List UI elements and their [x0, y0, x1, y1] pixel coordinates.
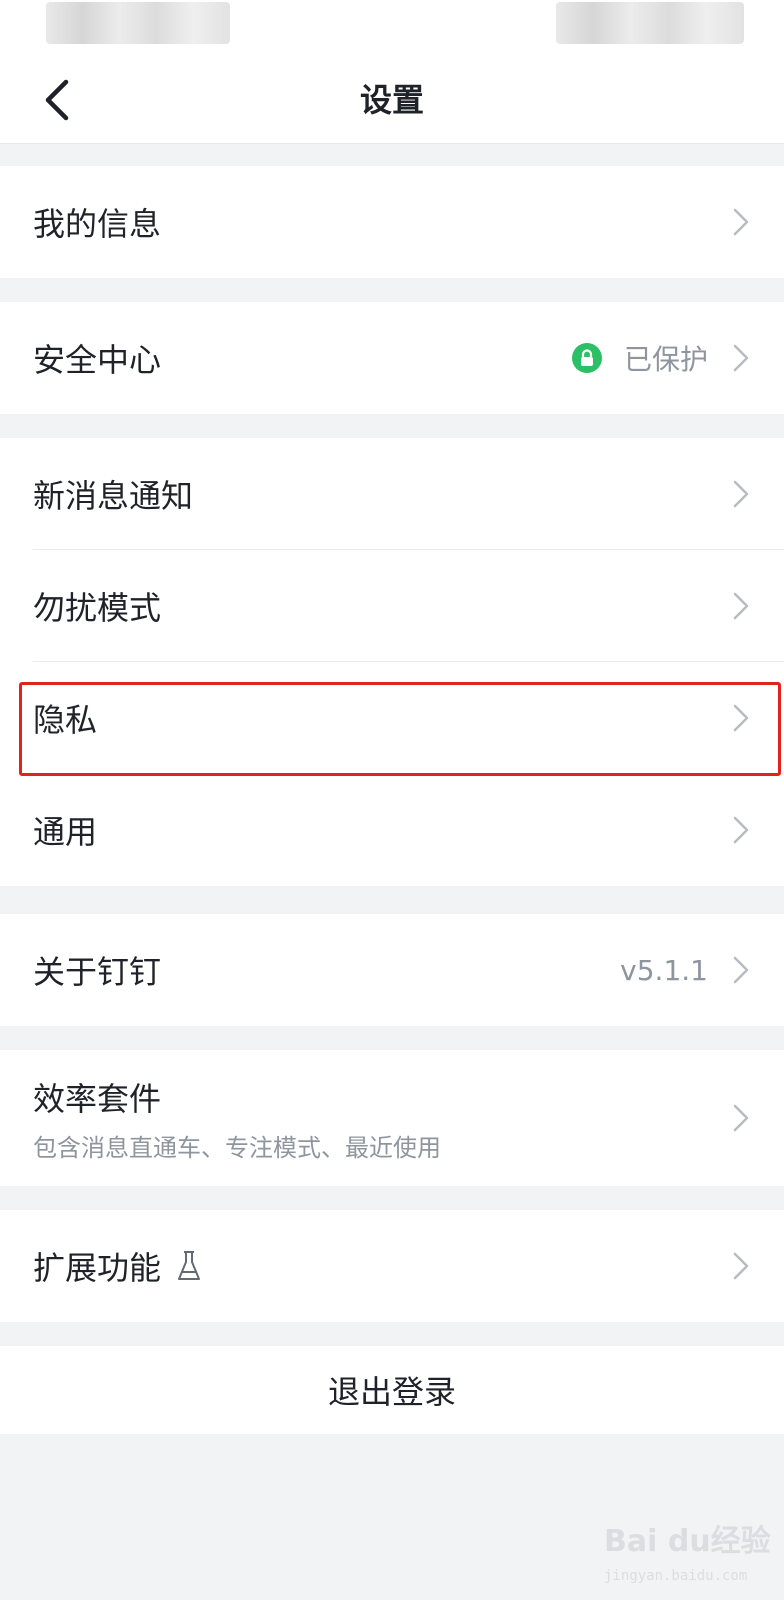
- page-title: 设置: [359, 81, 424, 119]
- nav-bar: 设置: [0, 56, 784, 144]
- group-security: 安全中心 已保护: [0, 302, 784, 414]
- row-label-security: 安全中心: [33, 341, 162, 379]
- watermark-logo: Bai du经验: [604, 1524, 771, 1559]
- row-label-about: 关于钉钉: [33, 953, 162, 991]
- row-efficiency-suite[interactable]: 效率套件 包含消息直通车、专注模式、最近使用: [0, 1050, 784, 1186]
- row-label-efficiency: 效率套件: [33, 1079, 162, 1118]
- chevron-right-icon: [733, 816, 749, 844]
- flask-icon: [175, 1249, 203, 1283]
- chevron-right-icon: [733, 1252, 749, 1280]
- chevron-right-icon: [733, 344, 749, 372]
- row-privacy[interactable]: 隐私: [0, 662, 784, 774]
- row-label-general: 通用: [33, 813, 98, 851]
- row-label-new-message: 新消息通知: [33, 477, 194, 515]
- status-bar: [0, 0, 784, 56]
- row-label-extensions: 扩展功能: [33, 1249, 162, 1287]
- row-general[interactable]: 通用: [0, 774, 784, 886]
- row-label-dnd: 勿扰模式: [33, 589, 162, 627]
- logout-label: 退出登录: [327, 1373, 456, 1411]
- row-sublabel-efficiency: 包含消息直通车、专注模式、最近使用: [33, 1133, 441, 1162]
- group-extensions: 扩展功能: [0, 1210, 784, 1322]
- row-about[interactable]: 关于钉钉 v5.1.1: [0, 914, 784, 1026]
- chevron-right-icon: [733, 592, 749, 620]
- chevron-right-icon: [733, 208, 749, 236]
- watermark: Bai du经验 jingyan.baidu.com: [604, 1516, 774, 1590]
- row-security-center[interactable]: 安全中心 已保护: [0, 302, 784, 414]
- logout-button[interactable]: 退出登录: [0, 1346, 784, 1434]
- row-extensions[interactable]: 扩展功能: [0, 1210, 784, 1322]
- row-do-not-disturb[interactable]: 勿扰模式: [0, 550, 784, 662]
- watermark-url: jingyan.baidu.com: [604, 1568, 748, 1584]
- row-label-privacy: 隐私: [33, 701, 98, 739]
- security-status: 已保护: [623, 343, 708, 376]
- group-efficiency: 效率套件 包含消息直通车、专注模式、最近使用: [0, 1050, 784, 1186]
- status-bar-blur-right: [556, 2, 744, 44]
- settings-page: 设置 我的信息 安全中心 已保护 新消息通知 勿扰模式 隐私 通用 关于钉钉 v…: [0, 0, 784, 1600]
- group-about: 关于钉钉 v5.1.1: [0, 914, 784, 1026]
- lock-icon: [571, 343, 602, 373]
- status-bar-blur-left: [46, 2, 230, 44]
- row-my-info[interactable]: 我的信息: [0, 166, 784, 278]
- row-new-message-notify[interactable]: 新消息通知: [0, 438, 784, 550]
- app-version: v5.1.1: [620, 953, 708, 987]
- chevron-right-icon: [733, 956, 749, 984]
- chevron-right-icon: [733, 1104, 749, 1132]
- group-my-info: 我的信息: [0, 166, 784, 278]
- chevron-right-icon: [733, 480, 749, 508]
- row-label-my-info: 我的信息: [33, 205, 162, 243]
- chevron-right-icon: [733, 704, 749, 732]
- group-preferences: 新消息通知 勿扰模式 隐私 通用: [0, 438, 784, 886]
